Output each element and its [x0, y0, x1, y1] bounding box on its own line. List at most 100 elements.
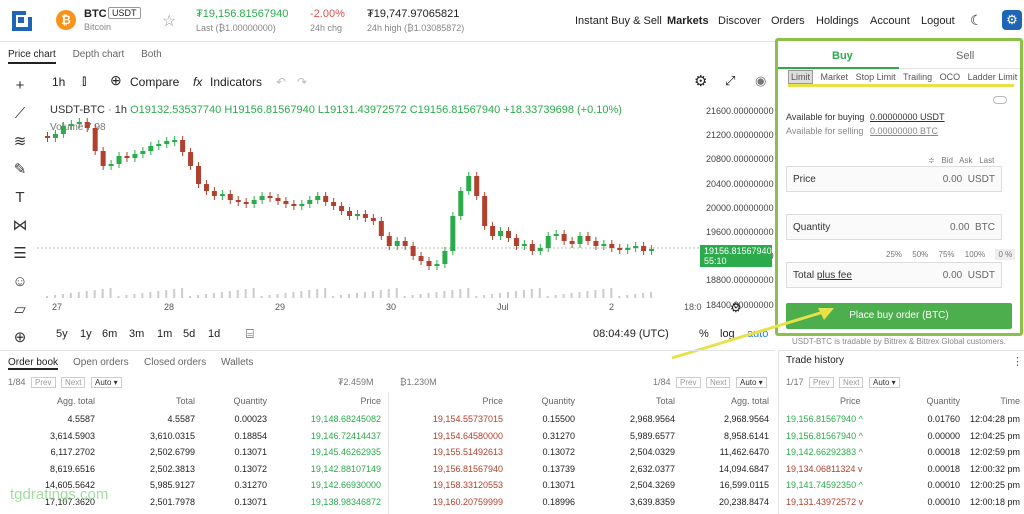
ask-cell[interactable]: 2,968.9564 — [689, 414, 769, 424]
trend-line-icon[interactable]: ⟋ — [8, 100, 32, 128]
order-type-ladder-limit[interactable]: Ladder Limit — [968, 72, 1018, 82]
pct-custom[interactable]: 0 % — [995, 249, 1016, 260]
order-type-trailing[interactable]: Trailing — [903, 72, 932, 82]
pair-symbol[interactable]: BTC — [84, 8, 107, 20]
bid-cell[interactable]: 5,985.9127 — [115, 480, 195, 490]
asks-aggregation-select[interactable]: Auto ▾ — [735, 377, 767, 388]
ask-cell[interactable]: 0.13072 — [495, 447, 575, 457]
bid-cell[interactable]: 0.13071 — [187, 497, 267, 507]
bid-cell[interactable]: 0.00023 — [187, 414, 267, 424]
trade-aggregation-select[interactable]: Auto ▾ — [868, 377, 900, 388]
bittrex-logo-icon[interactable] — [10, 9, 36, 33]
ask-cell[interactable]: 2,968.9564 — [595, 414, 675, 424]
available-buying-value[interactable]: 0.00000000 USDT — [870, 112, 945, 122]
nav-instant-buy[interactable]: Instant Buy & Sell — [575, 15, 662, 27]
brush-icon[interactable]: ✎ — [8, 156, 32, 184]
nav-logout[interactable]: Logout — [921, 15, 955, 27]
bid-cell[interactable]: 19,142.66930000 — [301, 480, 381, 490]
interval-selector[interactable]: 1h — [52, 75, 65, 89]
ask-cell[interactable]: 0.18996 — [495, 497, 575, 507]
ask-cell[interactable]: 0.13739 — [495, 464, 575, 474]
tab-closed-orders[interactable]: Closed orders — [144, 357, 206, 368]
ask-cell[interactable]: 20,238.8474 — [689, 497, 769, 507]
nav-markets[interactable]: Markets — [667, 15, 709, 27]
bids-aggregation-select[interactable]: Auto ▾ — [90, 377, 122, 388]
pct-75[interactable]: 75% — [939, 250, 955, 259]
dark-mode-moon-icon[interactable]: ☾ — [970, 12, 983, 29]
compare-plus-icon[interactable]: ⊕ — [110, 72, 122, 89]
bid-cell[interactable]: 0.18854 — [187, 431, 267, 441]
compare-button[interactable]: Compare — [130, 75, 179, 89]
tab-open-orders[interactable]: Open orders — [73, 357, 129, 368]
text-tool-icon[interactable]: T — [8, 184, 32, 212]
ask-cell[interactable]: 0.15500 — [495, 414, 575, 424]
settings-gear-icon[interactable]: ⚙ — [1002, 10, 1022, 30]
bid-cell[interactable]: 3,614.5903 — [15, 431, 95, 441]
order-type-market[interactable]: Market — [821, 72, 849, 82]
ask-cell[interactable]: 19,160.20759999 — [423, 497, 503, 507]
pattern-tool-icon[interactable]: ⋈ — [8, 212, 32, 240]
price-field[interactable]: Price 0.00 USDT — [786, 166, 1002, 192]
tab-sell[interactable]: Sell — [956, 50, 974, 62]
ask-cell[interactable]: 19,155.51492613 — [423, 447, 503, 457]
order-type-oco[interactable]: OCO — [940, 72, 961, 82]
tab-buy[interactable]: Buy — [832, 50, 853, 62]
ask-cell[interactable]: 0.31270 — [495, 431, 575, 441]
quantity-field[interactable]: Quantity 0.00 BTC — [786, 214, 1002, 240]
tab-wallets[interactable]: Wallets — [221, 357, 253, 368]
bid-cell[interactable]: 8,619.6516 — [15, 464, 95, 474]
range-1d[interactable]: 1d — [208, 328, 220, 340]
order-type-limit[interactable]: Limit — [788, 70, 814, 84]
ask-cell[interactable]: 2,504.3269 — [595, 480, 675, 490]
bid-cell[interactable]: 0.13071 — [187, 447, 267, 457]
redo-icon[interactable]: ↷ — [297, 75, 307, 89]
quick-bid[interactable]: Bid — [941, 156, 953, 165]
asks-prev-button[interactable]: Prev — [676, 377, 701, 388]
bid-cell[interactable]: 19,142.88107149 — [301, 464, 381, 474]
nav-orders[interactable]: Orders — [771, 15, 805, 27]
emoji-icon[interactable]: ☺ — [8, 268, 32, 296]
bid-cell[interactable]: 2,501.7978 — [115, 497, 195, 507]
bids-prev-button[interactable]: Prev — [31, 377, 56, 388]
ask-cell[interactable]: 16,599.0115 — [689, 480, 769, 490]
bids-next-button[interactable]: Next — [61, 377, 86, 388]
quick-last[interactable]: Last — [979, 156, 994, 165]
ask-cell[interactable]: 2,632.0377 — [595, 464, 675, 474]
price-tool-icon[interactable]: ≑ — [928, 156, 935, 165]
quick-ask[interactable]: Ask — [959, 156, 972, 165]
bid-cell[interactable]: 4.5587 — [15, 414, 95, 424]
order-type-stop-limit[interactable]: Stop Limit — [856, 72, 896, 82]
available-selling-value[interactable]: 0.00000000 BTC — [870, 126, 938, 136]
ask-cell[interactable]: 2,504.0329 — [595, 447, 675, 457]
ask-cell[interactable]: 3,639.8359 — [595, 497, 675, 507]
ask-cell[interactable]: 0.13071 — [495, 480, 575, 490]
range-1m[interactable]: 1m — [157, 328, 172, 340]
bid-cell[interactable]: 0.31270 — [187, 480, 267, 490]
range-5y[interactable]: 5y — [56, 328, 68, 340]
candlestick-chart[interactable] — [37, 96, 700, 302]
nav-account[interactable]: Account — [870, 15, 910, 27]
favorite-star-icon[interactable]: ☆ — [162, 11, 176, 31]
ask-cell[interactable]: 19,156.81567940 — [423, 464, 503, 474]
bid-cell[interactable]: 19,138.98346872 — [301, 497, 381, 507]
total-field[interactable]: Total plus fee 0.00 USDT — [786, 262, 1002, 288]
trade-history-menu-icon[interactable]: ⋮ — [1012, 355, 1023, 368]
pct-50[interactable]: 50% — [912, 250, 928, 259]
bid-cell[interactable]: 19,146.72414437 — [301, 431, 381, 441]
bid-cell[interactable]: 2,502.3813 — [115, 464, 195, 474]
advanced-toggle[interactable] — [993, 96, 1007, 104]
trade-prev-button[interactable]: Prev — [809, 377, 834, 388]
trade-next-button[interactable]: Next — [839, 377, 864, 388]
crosshair-icon[interactable]: + — [8, 72, 32, 100]
bid-cell[interactable]: 2,502.6799 — [115, 447, 195, 457]
tab-depth-chart[interactable]: Depth chart — [73, 49, 125, 60]
indicators-fx-icon[interactable]: fx — [193, 75, 202, 89]
range-1y[interactable]: 1y — [80, 328, 92, 340]
range-5d[interactable]: 5d — [183, 328, 195, 340]
ask-cell[interactable]: 19,154.64580000 — [423, 431, 503, 441]
bid-cell[interactable]: 3,610.0315 — [115, 431, 195, 441]
pct-100[interactable]: 100% — [965, 250, 985, 259]
prediction-tool-icon[interactable]: ☰ — [8, 240, 32, 268]
chart-settings-gear-icon[interactable]: ⚙ — [694, 72, 707, 90]
ask-cell[interactable]: 14,094.6847 — [689, 464, 769, 474]
